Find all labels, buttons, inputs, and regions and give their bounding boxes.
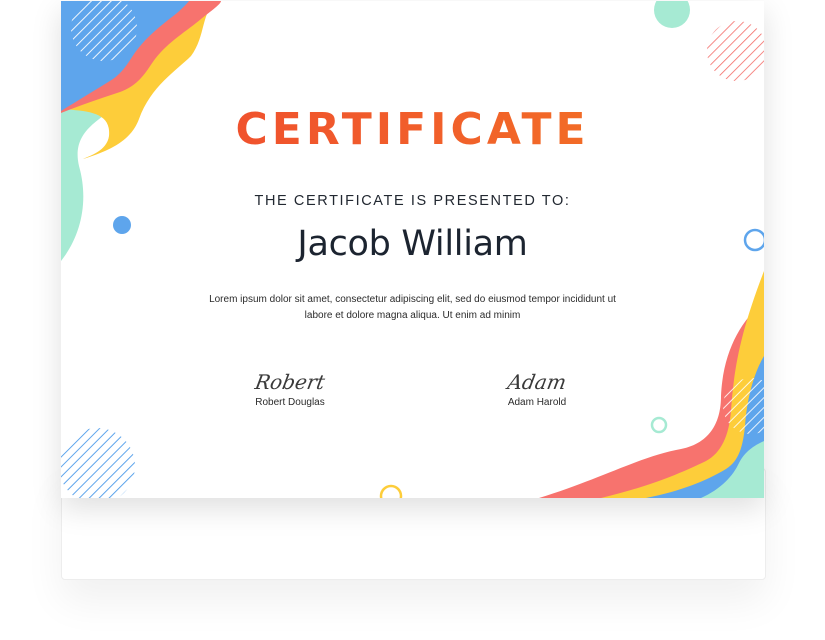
certificate-description: Lorem ipsum dolor sit amet, consectetur … [209,294,616,321]
top-right-striped-circle [707,21,764,81]
top-right-mint-dot [654,1,690,28]
signature-block-left: Robert Robert Douglas [210,369,370,408]
signer-name-left: Robert Douglas [255,397,325,408]
signer-name-right: Adam Harold [507,397,567,408]
signature-left: Robert [253,370,327,394]
signature-block-right: Adam Adam Harold [457,369,617,408]
bottom-yellow-ring [379,484,403,498]
certificate-card: CERTIFICATE THE CERTIFICATE IS PRESENTED… [61,1,764,498]
right-mint-ring [650,416,668,434]
signature-right: Adam [505,370,569,394]
recipient-name: Jacob William [297,224,528,264]
presented-to-label: THE CERTIFICATE IS PRESENTED TO: [254,193,571,209]
certificate-title: CERTIFICATE [61,104,764,155]
bottom-left-striped-circle [61,428,135,498]
